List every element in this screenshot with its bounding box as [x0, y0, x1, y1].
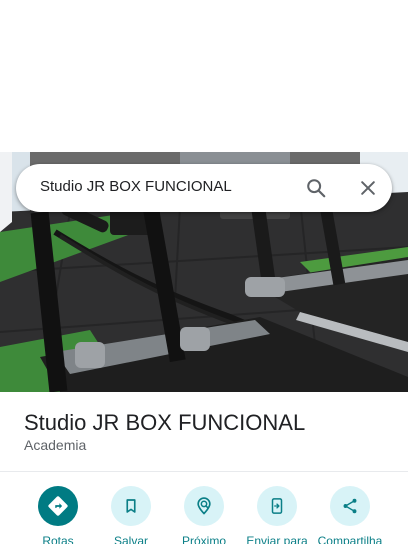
close-icon[interactable] [354, 174, 382, 202]
place-title: Studio JR BOX FUNCIONAL [24, 410, 306, 435]
map-blank-area [0, 0, 408, 152]
directions-button[interactable]: Rotas [21, 486, 95, 544]
save-label: Salvar [113, 534, 148, 544]
action-buttons-row: Rotas Salvar Próximo Enviar para Compart… [0, 486, 408, 544]
nearby-icon [184, 486, 224, 526]
directions-label: Rotas [42, 534, 74, 544]
place-category[interactable]: Academia [24, 437, 86, 453]
share-button[interactable]: Compartilha [313, 486, 387, 544]
nearby-label: Próximo [181, 534, 226, 544]
send-to-phone-label: Enviar para [246, 534, 308, 544]
nearby-button[interactable]: Próximo [167, 486, 241, 544]
search-input[interactable]: Studio JR BOX FUNCIONAL [40, 178, 232, 195]
share-label: Compartilha [317, 534, 383, 544]
send-to-phone-button[interactable]: Enviar para [240, 486, 314, 544]
directions-icon [38, 486, 78, 526]
bookmark-icon [111, 486, 151, 526]
save-button[interactable]: Salvar [94, 486, 168, 544]
search-bar[interactable]: Studio JR BOX FUNCIONAL [16, 164, 392, 212]
share-icon [330, 486, 370, 526]
send-to-phone-icon [257, 486, 297, 526]
search-icon[interactable] [302, 174, 330, 202]
divider [0, 471, 408, 472]
